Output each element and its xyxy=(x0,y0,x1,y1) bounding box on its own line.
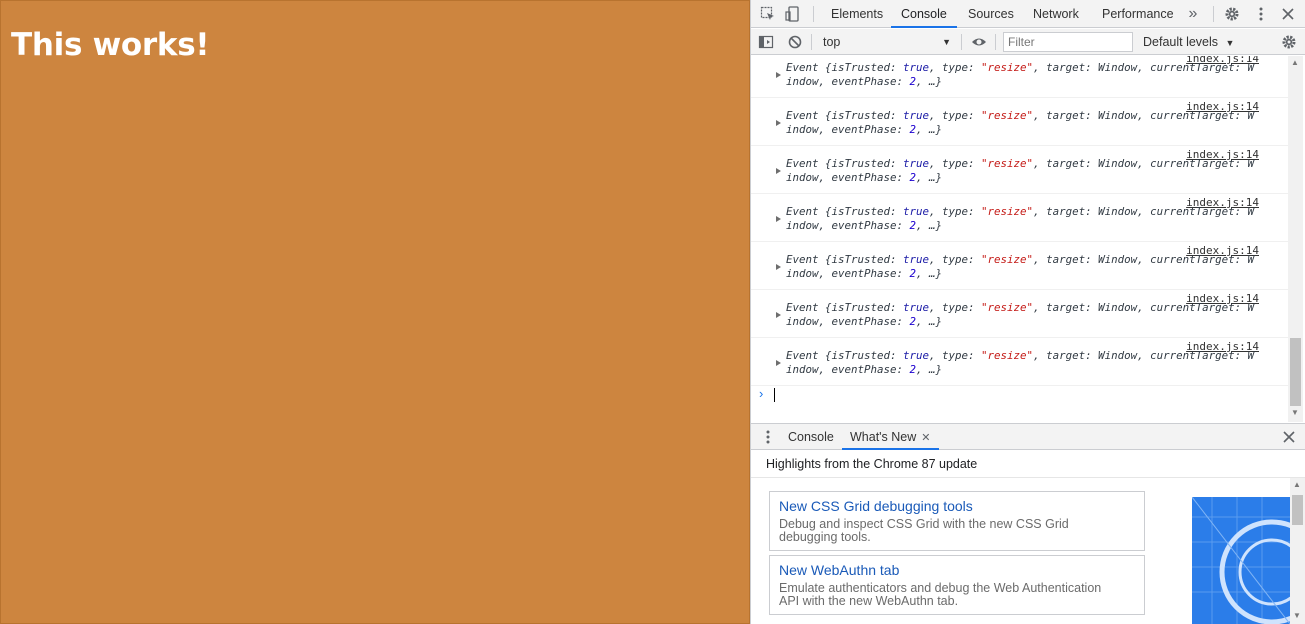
expand-triangle-icon[interactable] xyxy=(776,216,781,222)
scroll-down-arrow-icon[interactable]: ▼ xyxy=(1293,611,1301,620)
settings-gear-icon[interactable] xyxy=(1224,6,1240,22)
chrome-update-image[interactable] xyxy=(1192,497,1290,624)
expand-triangle-icon[interactable] xyxy=(776,360,781,366)
tab-elements[interactable]: Elements xyxy=(821,0,893,28)
tab-console[interactable]: Console xyxy=(891,0,957,28)
console-message: index.js:14 Event {isTrusted: true, type… xyxy=(751,146,1289,194)
text-cursor xyxy=(774,388,775,402)
devtools-tabbar: Elements Console Sources Network Perform… xyxy=(751,0,1305,28)
close-devtools-icon[interactable] xyxy=(1280,6,1296,22)
page-heading: This works! xyxy=(11,27,210,63)
dropdown-caret-icon: ▼ xyxy=(942,37,951,47)
console-toolbar: top ▼ Default levels ▼ xyxy=(751,29,1305,55)
console-message: index.js:14 Event {isTrusted: true, type… xyxy=(751,56,1289,98)
close-drawer-icon[interactable] xyxy=(1281,429,1297,445)
kebab-menu-icon[interactable] xyxy=(1253,6,1269,22)
drawer-tabbar: Console What's New ✕ xyxy=(751,423,1305,450)
console-message: index.js:14 Event {isTrusted: true, type… xyxy=(751,194,1289,242)
console-prompt[interactable]: › xyxy=(751,384,1289,406)
scroll-up-arrow-icon[interactable]: ▲ xyxy=(1291,58,1299,67)
devtools-panel: Elements Console Sources Network Perform… xyxy=(750,0,1305,624)
expand-triangle-icon[interactable] xyxy=(776,312,781,318)
drawer-tab-label: What's New xyxy=(850,430,917,444)
message-body: Event {isTrusted: true, type: "resize", … xyxy=(786,253,1255,280)
toolbar-divider xyxy=(813,6,814,22)
close-tab-icon[interactable]: ✕ xyxy=(921,432,930,444)
feature-card-description: Debug and inspect CSS Grid with the new … xyxy=(779,517,1069,544)
expand-triangle-icon[interactable] xyxy=(776,72,781,78)
more-tabs-icon[interactable]: » xyxy=(1185,6,1201,22)
console-scrollbar[interactable]: ▲ ▼ xyxy=(1288,56,1303,422)
filter-input[interactable] xyxy=(1003,32,1133,52)
feature-card-title[interactable]: New WebAuthn tab xyxy=(779,562,1135,578)
feature-card-description: Emulate authenticators and debug the Web… xyxy=(779,581,1102,608)
message-body: Event {isTrusted: true, type: "resize", … xyxy=(786,205,1255,232)
expand-triangle-icon[interactable] xyxy=(776,120,781,126)
drawer-menu-icon[interactable] xyxy=(760,429,776,445)
drawer-tab-console[interactable]: Console xyxy=(780,424,842,450)
expand-triangle-icon[interactable] xyxy=(776,264,781,270)
scrollbar-thumb[interactable] xyxy=(1290,338,1301,406)
tab-performance[interactable]: Performance xyxy=(1092,0,1184,28)
context-selector[interactable]: top ▼ xyxy=(819,33,955,51)
feature-card-title[interactable]: New CSS Grid debugging tools xyxy=(779,498,1135,514)
toolbar-divider xyxy=(811,34,812,50)
expand-triangle-icon[interactable] xyxy=(776,168,781,174)
log-levels-label: Default levels xyxy=(1143,35,1219,49)
message-body: Event {isTrusted: true, type: "resize", … xyxy=(786,349,1255,376)
drawer-tab-whats-new[interactable]: What's New ✕ xyxy=(842,424,939,450)
dropdown-caret-icon: ▼ xyxy=(1225,38,1235,48)
toolbar-divider xyxy=(995,34,996,50)
sidebar-toggle-icon[interactable] xyxy=(758,34,774,50)
console-output: index.js:14 Event {isTrusted: true, type… xyxy=(751,56,1291,422)
console-message: index.js:14 Event {isTrusted: true, type… xyxy=(751,98,1289,146)
tab-network[interactable]: Network xyxy=(1023,0,1089,28)
console-message: index.js:14 Event {isTrusted: true, type… xyxy=(751,338,1289,386)
scroll-down-arrow-icon[interactable]: ▼ xyxy=(1291,408,1299,417)
clear-console-icon[interactable] xyxy=(787,34,803,50)
highlights-heading: Highlights from the Chrome 87 update xyxy=(751,451,1305,478)
message-body: Event {isTrusted: true, type: "resize", … xyxy=(786,109,1255,136)
live-expression-eye-icon[interactable] xyxy=(971,34,987,50)
console-message: index.js:14 Event {isTrusted: true, type… xyxy=(751,290,1289,338)
scrollbar-thumb[interactable] xyxy=(1292,495,1303,525)
feature-card[interactable]: New CSS Grid debugging tools Debug and i… xyxy=(769,491,1145,551)
inspect-element-icon[interactable] xyxy=(760,6,776,22)
toolbar-divider xyxy=(961,34,962,50)
message-body: Event {isTrusted: true, type: "resize", … xyxy=(786,157,1255,184)
log-levels-dropdown[interactable]: Default levels ▼ xyxy=(1141,33,1234,51)
whats-new-panel: Highlights from the Chrome 87 update New… xyxy=(751,451,1305,624)
scroll-up-arrow-icon[interactable]: ▲ xyxy=(1293,480,1301,489)
message-body: Event {isTrusted: true, type: "resize", … xyxy=(786,61,1255,88)
device-toolbar-icon[interactable] xyxy=(785,6,801,22)
context-selector-label: top xyxy=(823,35,841,49)
feature-card[interactable]: New WebAuthn tab Emulate authenticators … xyxy=(769,555,1145,615)
console-message: index.js:14 Event {isTrusted: true, type… xyxy=(751,242,1289,290)
tab-sources[interactable]: Sources xyxy=(958,0,1024,28)
message-body: Event {isTrusted: true, type: "resize", … xyxy=(786,301,1255,328)
toolbar-divider xyxy=(1213,6,1214,22)
whats-new-scrollbar[interactable]: ▲ ▼ xyxy=(1290,478,1305,624)
prompt-chevron-icon: › xyxy=(759,386,764,401)
page-viewport: This works! xyxy=(0,0,750,624)
console-settings-gear-icon[interactable] xyxy=(1281,34,1297,50)
